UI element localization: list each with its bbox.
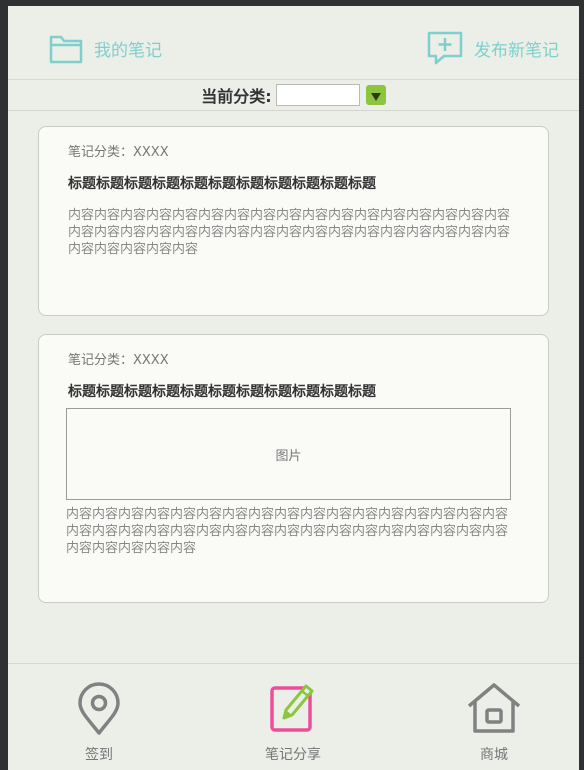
nav-mall-label: 商城 — [480, 747, 508, 763]
note-content: 内容内容内容内容内容内容内容内容内容内容内容内容内容内容内容内容内容内容内容内容… — [66, 507, 509, 556]
note-card[interactable]: 笔记分类：XXXX 标题标题标题标题标题标题标题标题标题标题标题 内容内容内容内… — [38, 126, 549, 316]
home-icon — [465, 680, 523, 740]
note-card[interactable]: 笔记分类：XXXX 标题标题标题标题标题标题标题标题标题标题标题 图片 内容内容… — [38, 334, 549, 603]
category-dropdown-button[interactable] — [365, 85, 386, 105]
nav-checkin-label: 签到 — [85, 747, 113, 763]
note-image-placeholder: 图片 — [66, 408, 511, 500]
nav-mall[interactable]: 商城 — [439, 680, 549, 764]
header: 我的笔记 发布新笔记 — [8, 6, 579, 80]
bottom-nav: 签到 笔记分享 商城 — [8, 663, 579, 770]
publish-note-button[interactable]: 发布新笔记 — [426, 30, 559, 66]
note-content: 内容内容内容内容内容内容内容内容内容内容内容内容内容内容内容内容内容内容内容内容… — [68, 208, 511, 257]
note-category: 笔记分类：XXXX — [68, 145, 169, 160]
location-pin-icon — [75, 680, 123, 740]
note-title: 标题标题标题标题标题标题标题标题标题标题标题 — [68, 176, 376, 192]
add-comment-icon — [426, 30, 464, 66]
category-bar: 当前分类: — [8, 80, 579, 111]
my-notes-button[interactable]: 我的笔记 — [48, 30, 162, 66]
nav-share-label: 笔记分享 — [265, 747, 321, 763]
app-screen: 我的笔记 发布新笔记 当前分类: 笔记分类：XXXX 标题标题标题标题标题标题标… — [8, 6, 579, 770]
edit-note-icon — [268, 680, 318, 740]
image-placeholder-label: 图片 — [275, 448, 302, 464]
note-title: 标题标题标题标题标题标题标题标题标题标题标题 — [68, 384, 376, 400]
note-category: 笔记分类：XXXX — [68, 353, 169, 368]
folder-icon — [48, 31, 84, 65]
nav-checkin[interactable]: 签到 — [44, 680, 154, 764]
category-label: 当前分类: — [201, 87, 272, 106]
nav-note-share[interactable]: 笔记分享 — [238, 680, 348, 764]
publish-note-label: 发布新笔记 — [474, 40, 559, 61]
triangle-down-icon — [370, 86, 381, 105]
category-input[interactable] — [275, 84, 360, 106]
my-notes-label: 我的笔记 — [94, 40, 162, 61]
